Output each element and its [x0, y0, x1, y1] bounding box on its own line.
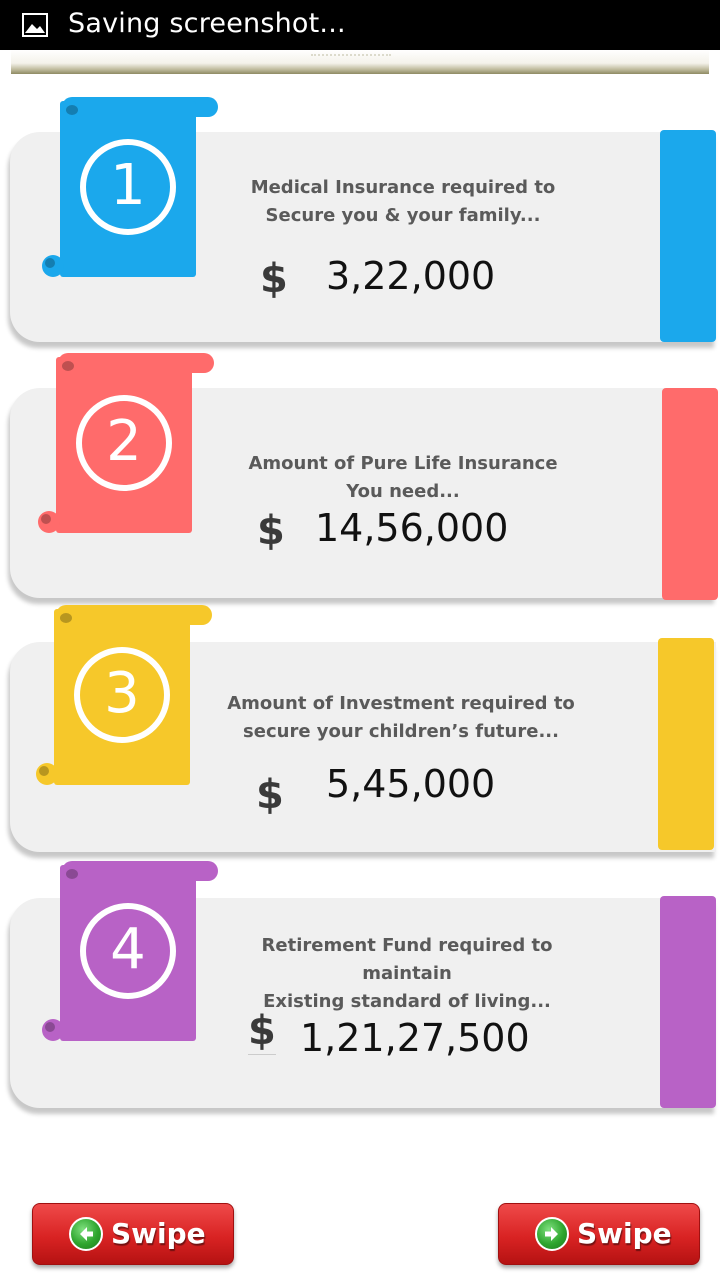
number-badge: 3: [74, 647, 170, 743]
card-side-tab: [658, 638, 714, 850]
number-banner: 3: [36, 605, 212, 785]
currency-symbol: $: [256, 772, 284, 818]
result-card-retirement: 4 Retirement Fund required to maintain E…: [10, 861, 716, 1108]
amount-value: 1,21,27,500: [300, 1016, 530, 1060]
currency-symbol: $: [260, 256, 288, 302]
arrow-left-icon: [69, 1217, 103, 1251]
swipe-right-label: Swipe: [577, 1217, 672, 1250]
result-card-life-insurance: 2 Amount of Pure Life Insurance You need…: [10, 353, 718, 600]
amount-value: 5,45,000: [326, 762, 496, 806]
card-description: Retirement Fund required to maintain Exi…: [261, 935, 553, 1012]
gallery-icon: [22, 13, 48, 37]
currency-symbol: $: [257, 508, 285, 554]
header-strip: [11, 50, 709, 74]
card-side-tab: [660, 896, 716, 1108]
card-description: Amount of Investment required to secure …: [227, 693, 575, 742]
status-bar: Saving screenshot...: [0, 0, 720, 50]
card-side-tab: [660, 130, 716, 342]
number-badge: 1: [80, 139, 176, 235]
result-card-medical: 1 Medical Insurance required to Secure y…: [10, 97, 716, 342]
number-badge: 2: [76, 395, 172, 491]
currency-symbol: $: [248, 1008, 276, 1055]
swipe-right-button[interactable]: Swipe: [498, 1203, 700, 1265]
card-side-tab: [662, 388, 718, 600]
amount-value: 3,22,000: [326, 254, 496, 298]
card-description: Medical Insurance required to Secure you…: [250, 177, 556, 226]
result-card-investment: 3 Amount of Investment required to secur…: [10, 605, 716, 852]
number-badge: 4: [80, 903, 176, 999]
amount-value: 14,56,000: [315, 506, 509, 550]
number-banner: 4: [42, 861, 218, 1041]
number-banner: 2: [38, 353, 214, 533]
swipe-left-button[interactable]: Swipe: [32, 1203, 234, 1265]
arrow-right-icon: [535, 1217, 569, 1251]
card-description: Amount of Pure Life Insurance You need..…: [248, 453, 558, 502]
status-text: Saving screenshot...: [68, 8, 346, 39]
number-banner: 1: [42, 97, 218, 277]
swipe-left-label: Swipe: [111, 1217, 206, 1250]
